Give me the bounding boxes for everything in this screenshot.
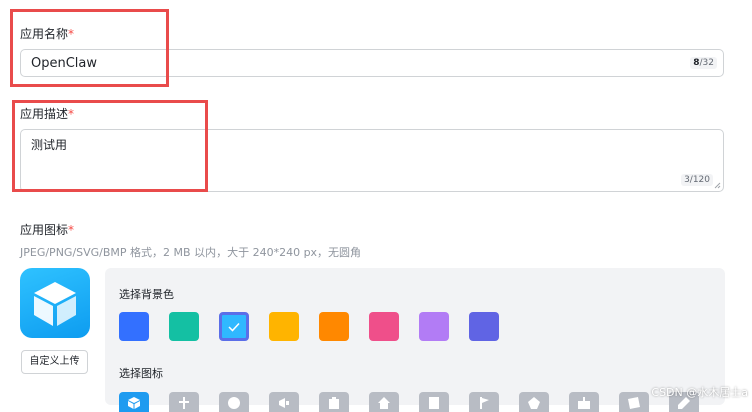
document-icon: [429, 397, 439, 409]
clipboard-icon: [329, 397, 339, 409]
icon-option[interactable]: [519, 392, 549, 412]
background-swatch[interactable]: [169, 312, 199, 341]
background-swatch[interactable]: [469, 312, 499, 341]
app-icon-preview: [20, 268, 90, 338]
app-name-counter: 8/32: [690, 57, 717, 69]
check-icon: [228, 322, 240, 332]
highlight-box-name: [10, 9, 169, 87]
highlight-box-description: [12, 100, 208, 192]
cube-icon: [34, 282, 76, 326]
icon-style-panel: 选择背景色 选择图标: [105, 268, 725, 405]
chat-icon: [628, 397, 640, 409]
required-mark: *: [68, 223, 75, 237]
home-icon: [378, 397, 390, 409]
gift-icon: [578, 397, 590, 409]
icon-option[interactable]: [569, 392, 599, 412]
watermark: CSDN @水木居士a: [651, 386, 748, 399]
icon-option[interactable]: [119, 392, 149, 412]
flag-icon: [480, 397, 489, 409]
cube-icon: [128, 397, 140, 409]
background-swatch[interactable]: [269, 312, 299, 341]
question-icon: [228, 397, 240, 409]
custom-upload-button[interactable]: 自定义上传: [21, 350, 88, 374]
app-icon-hint: JPEG/PNG/SVG/BMP 格式，2 MB 以内，大于 240*240 p…: [20, 246, 362, 259]
icon-option[interactable]: [269, 392, 299, 412]
icon-option[interactable]: [219, 392, 249, 412]
background-swatch[interactable]: [419, 312, 449, 341]
background-swatch[interactable]: [119, 312, 149, 341]
icon-option[interactable]: [319, 392, 349, 412]
icon-option[interactable]: [619, 392, 649, 412]
megaphone-icon: [279, 398, 289, 408]
app-icon-label: 应用图标*: [20, 223, 75, 237]
resize-handle-icon[interactable]: [714, 182, 721, 189]
icon-option[interactable]: [469, 392, 499, 412]
gear-icon: [528, 397, 540, 409]
tools-icon: [179, 397, 189, 409]
background-swatch[interactable]: [369, 312, 399, 341]
icon-picker-title: 选择图标: [119, 367, 163, 380]
background-swatch[interactable]: [219, 312, 249, 341]
app-description-counter: 3/120: [681, 174, 713, 186]
icon-option[interactable]: [419, 392, 449, 412]
background-color-title: 选择背景色: [119, 288, 174, 301]
icon-option[interactable]: [169, 392, 199, 412]
icon-option[interactable]: [369, 392, 399, 412]
background-swatch[interactable]: [319, 312, 349, 341]
